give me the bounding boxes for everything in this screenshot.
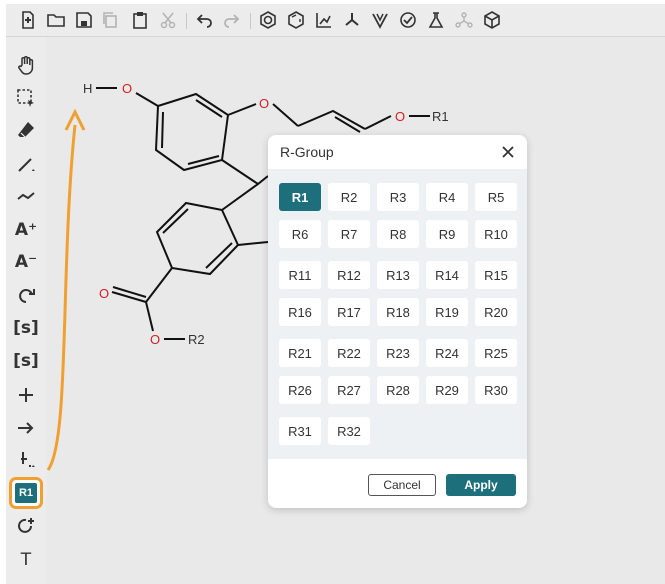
rgroup-option-r24[interactable]: R24 (426, 339, 468, 367)
rgroup-option-r18[interactable]: R18 (377, 298, 419, 326)
rgroup-option-r19[interactable]: R19 (426, 298, 468, 326)
aromatize-icon[interactable] (256, 8, 280, 32)
text-tool-icon[interactable]: T (13, 547, 39, 573)
layout-icon[interactable] (312, 8, 336, 32)
analyse-icon[interactable] (424, 8, 448, 32)
charge-minus-label: A⁻ (14, 252, 38, 272)
rgroup-option-r2[interactable]: R2 (328, 183, 370, 211)
rgroup-option-r31[interactable]: R31 (279, 417, 321, 445)
rgroup-option-r7[interactable]: R7 (328, 220, 370, 248)
close-icon[interactable] (499, 143, 517, 161)
charge-minus-icon[interactable]: A⁻ (13, 249, 39, 275)
dialog-title: R-Group (280, 144, 334, 160)
cancel-button[interactable]: Cancel (368, 474, 436, 496)
arrow-icon[interactable] (13, 415, 39, 441)
save-icon[interactable] (72, 8, 96, 32)
undo-icon[interactable] (192, 8, 216, 32)
rgroup-option-r25[interactable]: R25 (475, 339, 517, 367)
rgroup-option-r15[interactable]: R15 (475, 261, 517, 289)
rgroup-option-r10[interactable]: R10 (475, 220, 517, 248)
rotate-icon[interactable] (13, 283, 39, 309)
guide-arrow (46, 124, 77, 471)
atom-o-carbonyl: O (99, 286, 109, 301)
charge-plus-icon[interactable]: A⁺ (13, 217, 39, 243)
rgroup-option-r1[interactable]: R1 (279, 183, 321, 211)
stereo-icon[interactable] (452, 8, 476, 32)
hand-icon[interactable] (13, 52, 39, 78)
reaction-automap-icon[interactable] (13, 513, 39, 539)
rgroup-option-r28[interactable]: R28 (377, 376, 419, 404)
rgroup-option-r26[interactable]: R26 (279, 376, 321, 404)
sgroup-label: [s] (13, 318, 39, 338)
rgroup-option-r29[interactable]: R29 (426, 376, 468, 404)
check-structure-icon[interactable] (396, 8, 420, 32)
rgroup-option-r8[interactable]: R8 (377, 220, 419, 248)
toolbar-divider (250, 13, 251, 29)
rgroup-dialog: R-Group R1 R2 R3 R4 R5 R6 R7 R8 R9 R10 R11 R12 R13 R1… (268, 135, 527, 508)
rgroup-option-r11[interactable]: R11 (279, 261, 321, 289)
rgroup-option-r14[interactable]: R14 (426, 261, 468, 289)
plus-icon[interactable] (13, 382, 39, 408)
copy-icon[interactable] (98, 8, 122, 32)
rgroup-option-r22[interactable]: R22 (328, 339, 370, 367)
rgroup-option-r21[interactable]: R21 (279, 339, 321, 367)
atom-r2: R2 (188, 332, 205, 347)
rgroup-tool-button[interactable]: R1 (9, 477, 43, 509)
atom-r1: R1 (432, 109, 449, 124)
3d-viewer-icon[interactable] (480, 8, 504, 32)
rgroup-option-r9[interactable]: R9 (426, 220, 468, 248)
rgroup-option-r12[interactable]: R12 (328, 261, 370, 289)
eraser-icon[interactable] (13, 117, 39, 143)
select-rectangle-icon[interactable] (13, 85, 39, 111)
attachment-point-icon[interactable] (13, 447, 39, 473)
open-folder-icon[interactable] (44, 8, 68, 32)
cut-icon[interactable] (156, 8, 180, 32)
rgroup-option-r6[interactable]: R6 (279, 220, 321, 248)
calculate-cip-icon[interactable] (368, 8, 392, 32)
rgroup-grid: R1 R2 R3 R4 R5 R6 R7 R8 R9 R10 R11 R12 R13 R14 R15 R16 R… (268, 169, 527, 459)
rgroup-option-r3[interactable]: R3 (377, 183, 419, 211)
rgroup-option-r23[interactable]: R23 (377, 339, 419, 367)
rgroup-option-r27[interactable]: R27 (328, 376, 370, 404)
new-file-icon[interactable] (16, 8, 40, 32)
rgroup-option-r32[interactable]: R32 (328, 417, 370, 445)
dearomatize-icon[interactable] (284, 8, 308, 32)
rgroup-option-r20[interactable]: R20 (475, 298, 517, 326)
atom-o-hydroxyl: O (122, 81, 132, 96)
atom-o-ether: O (395, 109, 405, 124)
rgroup-option-r16[interactable]: R16 (279, 298, 321, 326)
rgroup-option-r4[interactable]: R4 (426, 183, 468, 211)
sgroup-icon[interactable]: [s] (13, 315, 39, 341)
atom-o-ring: O (259, 96, 269, 111)
rgroup-option-r13[interactable]: R13 (377, 261, 419, 289)
top-toolbar (6, 4, 665, 37)
sgroup-plus-label: [s] (13, 351, 39, 371)
rgroup-option-r30[interactable]: R30 (475, 376, 517, 404)
redo-icon[interactable] (220, 8, 244, 32)
clean-icon[interactable] (340, 8, 364, 32)
charge-plus-label: A⁺ (14, 220, 38, 240)
toolbar-divider (186, 13, 187, 29)
atom-h: H (83, 81, 92, 96)
sgroup-plus-icon[interactable]: [s] (13, 348, 39, 374)
paste-icon[interactable] (128, 8, 152, 32)
rgroup-tool-label: R1 (15, 483, 37, 503)
text-tool-label: T (20, 550, 32, 570)
atom-o-ester: O (150, 332, 160, 347)
rgroup-option-r17[interactable]: R17 (328, 298, 370, 326)
apply-button[interactable]: Apply (446, 474, 516, 496)
single-bond-icon[interactable] (13, 151, 39, 177)
chain-icon[interactable] (13, 183, 39, 209)
rgroup-option-r5[interactable]: R5 (475, 183, 517, 211)
